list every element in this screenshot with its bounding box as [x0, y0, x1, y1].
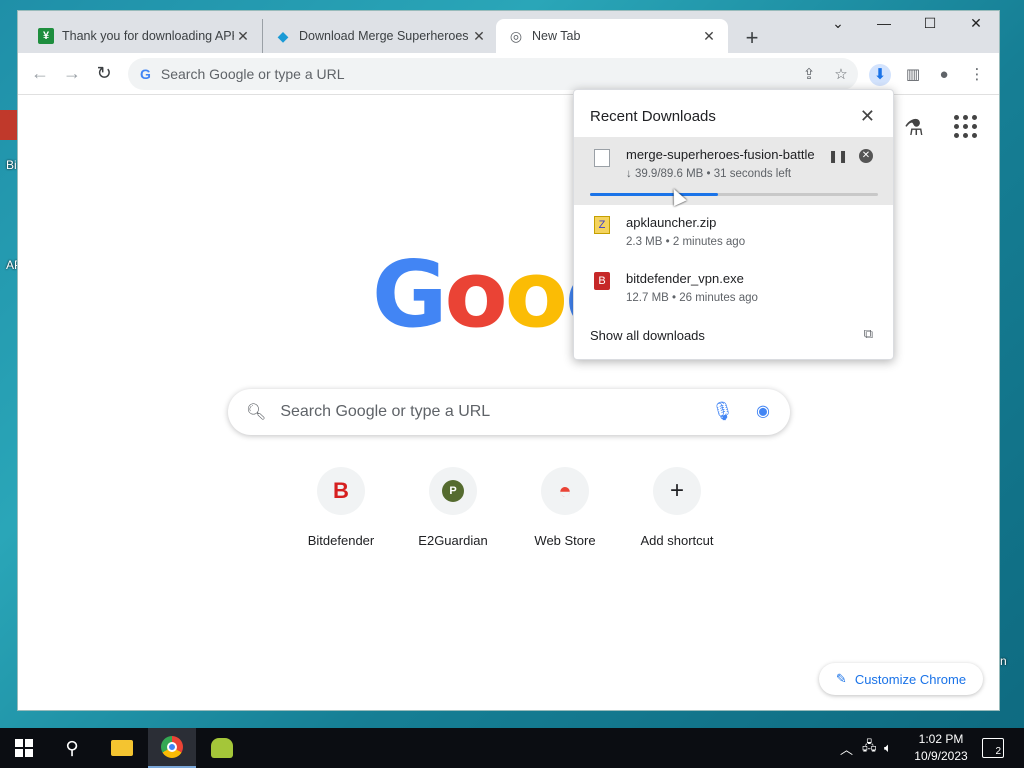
search-icon: 🔍︎ [246, 404, 267, 421]
shortcut-web-store[interactable]: ◓ Web Store [509, 467, 621, 548]
download-status: 12.7 MB • 26 minutes ago [626, 292, 758, 304]
clock-time: 1:02 PM [918, 732, 964, 746]
lens-camera-icon[interactable]: ◉ [756, 401, 770, 421]
shortcut-add[interactable]: + Add shortcut [621, 467, 733, 548]
diamond-favicon-icon: ◆ [277, 27, 289, 44]
tab-title: New Tab [532, 29, 581, 43]
desktop-icon-label: Bi [6, 158, 17, 172]
chrome-taskbar-button[interactable] [148, 728, 196, 768]
profile-icon[interactable]: ● [933, 64, 955, 86]
pencil-icon: ✎ [835, 671, 847, 686]
folder-icon [111, 740, 133, 756]
shortcut-bitdefender[interactable]: B Bitdefender [285, 467, 397, 548]
pause-icon[interactable]: ❚❚ [828, 149, 848, 163]
share-icon[interactable]: ⇪ [798, 64, 820, 86]
download-filename: apklauncher.zip [626, 215, 717, 230]
close-tab-icon[interactable]: ✕ [700, 28, 718, 45]
bitdefender-exe-icon: B [594, 272, 610, 290]
open-external-icon[interactable]: ⧉ [864, 326, 873, 342]
menu-kebab-icon[interactable]: ⋮ [966, 64, 988, 86]
logo-letter: o [444, 241, 508, 348]
start-button[interactable] [0, 728, 48, 768]
download-item[interactable]: merge-superheroes-fusion-battle ↓ 39.9/8… [574, 137, 893, 205]
android-icon [211, 738, 233, 758]
close-tab-icon[interactable]: ✕ [234, 28, 252, 45]
search-placeholder: Search Google or type a URL [280, 403, 491, 420]
bookmark-star-icon[interactable]: ☆ [830, 64, 852, 86]
logo-letter: G [372, 241, 447, 348]
labs-flask-icon[interactable]: ⚗ [904, 115, 924, 141]
download-progress-bar [590, 193, 878, 196]
shortcut-label: Add shortcut [640, 533, 714, 548]
forward-icon[interactable]: → [60, 63, 84, 84]
shortcut-e2guardian[interactable]: P E2Guardian [397, 467, 509, 548]
back-icon[interactable]: ← [28, 63, 52, 84]
downloads-bubble: Recent Downloads ✕ merge-superheroes-fus… [573, 89, 894, 360]
apps-grid-icon[interactable] [954, 115, 978, 139]
tab-new-tab[interactable]: ◎ New Tab ✕ [496, 19, 728, 53]
apk-favicon-icon: ¥ [38, 28, 54, 44]
shortcut-label: Bitdefender [307, 533, 375, 548]
new-tab-button[interactable]: + [740, 25, 764, 51]
search-icon[interactable]: ⚲ [48, 728, 96, 768]
close-icon[interactable]: ✕ [860, 106, 875, 127]
zip-archive-icon: Z [594, 216, 610, 234]
network-icon[interactable]: 🖧 [862, 728, 877, 768]
notifications-icon[interactable]: 2 [982, 738, 1004, 758]
customize-chrome-button[interactable]: ✎ Customize Chrome [819, 663, 983, 695]
download-item[interactable]: Z apklauncher.zip 2.3 MB • 2 minutes ago [574, 210, 893, 262]
omnibox[interactable]: G Search Google or type a URL [128, 58, 858, 90]
volume-muted-icon[interactable]: 🔈︎ [884, 728, 892, 768]
file-icon [594, 149, 610, 167]
desktop-icon-label: n [1000, 654, 1007, 668]
chrome-icon [161, 736, 183, 758]
tab-search-icon[interactable]: ⌄ [818, 15, 858, 32]
download-status: 2.3 MB • 2 minutes ago [626, 236, 746, 248]
clock-date: 10/9/2023 [914, 749, 968, 763]
tab-apk-thanks[interactable]: ¥ Thank you for downloading APK ✕ [26, 19, 262, 53]
downloads-icon[interactable]: ⬇ [869, 64, 891, 86]
download-filename: merge-superheroes-fusion-battle [626, 147, 815, 162]
show-hidden-icons-icon[interactable]: ︿ [840, 728, 853, 768]
progress-fill [590, 193, 719, 196]
file-explorer-button[interactable] [98, 728, 146, 768]
taskbar-clock[interactable]: 1:02 PM 10/9/2023 [906, 731, 976, 765]
bubble-title: Recent Downloads [590, 108, 716, 125]
reload-icon[interactable]: ↻ [92, 63, 116, 84]
e2guardian-icon: P [429, 467, 477, 515]
download-status: ↓ 39.9/89.6 MB • 31 seconds left [626, 168, 792, 180]
windows-logo-icon [15, 739, 33, 757]
download-item[interactable]: B bitdefender_vpn.exe 12.7 MB • 26 minut… [574, 266, 893, 318]
show-all-downloads-link[interactable]: Show all downloads [590, 328, 705, 343]
download-filename: bitdefender_vpn.exe [626, 271, 744, 286]
tab-strip: ¥ Thank you for downloading APK ✕ ◆ Down… [18, 11, 999, 53]
close-tab-icon[interactable]: ✕ [470, 28, 488, 45]
taskbar: ⚲ ︿ 🖧 🔈︎ 1:02 PM 10/9/2023 2 [0, 728, 1024, 768]
cancel-icon[interactable]: ✕ [859, 149, 873, 163]
notification-count: 2 [995, 746, 1001, 757]
microphone-icon[interactable]: 🎙︎ [711, 401, 734, 422]
maximize-icon[interactable]: ☐ [910, 15, 950, 32]
plus-icon: + [653, 467, 701, 515]
chrome-favicon-icon: ◎ [509, 27, 523, 44]
desktop-icon[interactable] [0, 110, 18, 140]
google-g-icon: G [140, 66, 151, 82]
android-app-button[interactable] [198, 728, 246, 768]
bitdefender-icon: B [317, 467, 365, 515]
minimize-icon[interactable]: — [864, 15, 904, 31]
shortcut-label: Web Store [534, 533, 596, 548]
tab-merge-superheroes[interactable]: ◆ Download Merge Superheroes F ✕ [262, 19, 498, 53]
tab-title: Thank you for downloading APK [62, 29, 234, 43]
logo-letter: o [504, 241, 568, 348]
side-panel-icon[interactable]: ▥ [902, 64, 924, 86]
close-window-icon[interactable]: ✕ [956, 15, 996, 32]
tab-title: Download Merge Superheroes F [299, 29, 470, 43]
web-store-icon: ◓ [541, 467, 589, 515]
ntp-search-box[interactable]: 🔍︎ Search Google or type a URL 🎙︎ ◉ [228, 389, 790, 435]
omnibox-placeholder: Search Google or type a URL [160, 66, 345, 82]
shortcut-label: E2Guardian [418, 533, 488, 548]
customize-label: Customize Chrome [854, 671, 967, 687]
